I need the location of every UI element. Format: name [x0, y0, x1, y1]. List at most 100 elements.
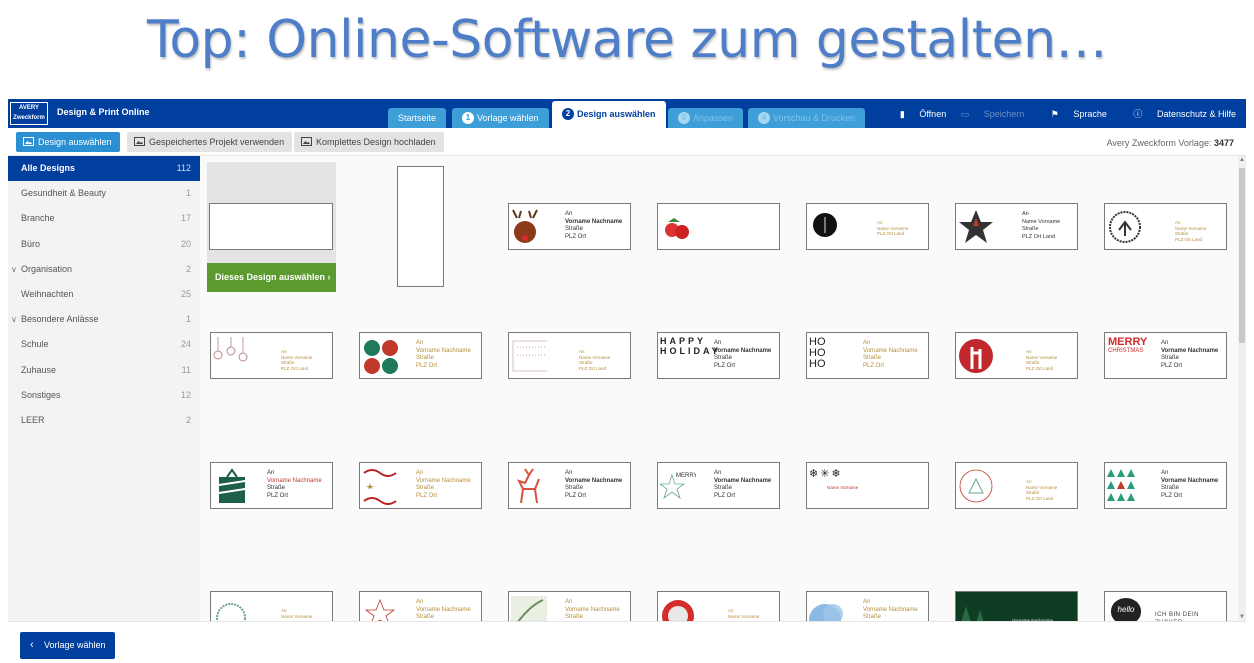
address-line: PLZ Ort [714, 492, 736, 499]
back-vorlage-button[interactable]: ‹ Vorlage wählen [20, 632, 115, 659]
chevron-left-icon: ‹ [30, 639, 34, 651]
image-icon [23, 137, 34, 146]
design-card-star[interactable]: An Name Vorname Straße PLZ Ort Land [955, 203, 1078, 250]
sidebar-item-organisation[interactable]: ∨ Organisation 2 [8, 257, 200, 282]
design-card-santa[interactable]: An Name Vorname Straße PLZ Ort Land [955, 332, 1078, 379]
design-card-wreath-script[interactable]: An Name Vorname [210, 591, 333, 621]
saved-project-button[interactable]: Gespeichertes Projekt verwenden [127, 132, 293, 152]
address-line: Straße [863, 355, 882, 361]
sidebar-item-weihnachten[interactable]: Weihnachten 25 [8, 282, 200, 307]
address-block: An Vorname Nachname Straße PLZ Ort [416, 340, 471, 370]
image-icon [134, 137, 145, 146]
address-line: An [416, 340, 424, 346]
select-design-button[interactable]: Dieses Design auswählen › [207, 263, 336, 292]
design-card-greenery[interactable]: An Vorname Nachname Straße [508, 591, 631, 621]
clover-icon [364, 340, 398, 374]
logo-text-1: AVERY [18, 105, 39, 111]
address-block: An Vorname Nachname Straße PLZ Ort [565, 470, 622, 500]
sidebar-item-count: 17 [180, 213, 191, 224]
upload-design-button[interactable]: Komplettes Design hochladen [294, 132, 444, 152]
footer-bar: ‹ Vorlage wählen [8, 621, 1246, 660]
design-card-dark-circle[interactable]: An Name Vorname PLZ Ort Land [806, 203, 929, 250]
button-label: Design auswählen [38, 137, 112, 147]
design-card-green-forest[interactable]: Vorname Nachname [955, 591, 1078, 621]
design-card-merry-star[interactable]: MERRY An Vorname Nachname Straße PLZ Ort [657, 462, 780, 509]
scrollbar[interactable]: ▲ ▼ [1238, 156, 1246, 621]
address-line: Vorname Nachname [863, 606, 918, 613]
design-card-blue-watercolor[interactable]: An Vorname Nachname Straße [806, 591, 929, 621]
design-card-ornaments[interactable]: An Name Vorname Straße PLZ Ort Land [210, 332, 333, 379]
sidebar-item-count: 2 [185, 263, 191, 274]
address-line: An [714, 340, 722, 346]
design-card-trees[interactable]: An Vorname Nachname Straße PLZ Ort [1104, 462, 1227, 509]
design-card-merry-christmas[interactable]: MERRY CHRISTMAS An Vorname Nachname Straße P… [1104, 332, 1227, 379]
scroll-up-icon[interactable]: ▲ [1239, 157, 1245, 163]
scrollbar-thumb[interactable] [1239, 168, 1245, 343]
address-line: Name Vorname [1022, 218, 1061, 225]
design-card-blank-portrait[interactable] [397, 166, 444, 287]
sidebar-item-gesundheit[interactable]: Gesundheit & Beauty 1 [8, 181, 200, 206]
address-block: An Name Vorname Straße PLZ Ort Land [1022, 211, 1060, 241]
address-block: Name Vorname [827, 485, 858, 491]
hohoho-text: HO HO HO [809, 336, 826, 370]
button-label: Dieses Design auswählen [215, 272, 326, 282]
badge-icon [662, 600, 694, 621]
address-line: Straße [565, 226, 584, 232]
sidebar-item-count: 1 [185, 314, 191, 325]
address-line: PLZ Ort [1161, 362, 1183, 369]
design-card-strawberries[interactable] [657, 203, 780, 250]
blank-label-preview [209, 203, 333, 250]
design-card-deer[interactable]: An Vorname Nachname Straße PLZ Ort [508, 462, 631, 509]
scroll-down-icon[interactable]: ▼ [1239, 614, 1245, 620]
zucker-text: ICH BIN DEIN ZUCKER [1155, 612, 1200, 621]
tab-startseite[interactable]: Startseite [388, 108, 447, 128]
design-card-red-badge[interactable]: An Name Vorname [657, 591, 780, 621]
design-card-hello-heart[interactable]: hello ICH BIN DEIN ZUCKER [1104, 591, 1227, 621]
design-card-snowflakes[interactable]: ❄✳❄ Name Vorname [806, 462, 929, 509]
tab-design-auswaehlen[interactable]: 2 Design auswählen [552, 101, 666, 128]
design-card-stamp[interactable]: An Name Vorname Straße PLZ Ort Land [508, 332, 631, 379]
tab-label: Vorlage wählen [477, 113, 539, 123]
ornament-icon [213, 337, 248, 362]
address-line: PLZ Ort Land [1022, 233, 1056, 240]
design-card-red-ornament[interactable]: An Vorname Nachname Straße [359, 591, 482, 621]
design-card-reindeer[interactable]: An Vorname Nachname Straße PLZ Ort [508, 203, 631, 250]
design-card-clover[interactable]: An Vorname Nachname Straße PLZ Ort [359, 332, 482, 379]
help-label: Datenschutz & Hilfe [1156, 109, 1236, 119]
address-line: Straße [714, 485, 733, 491]
design-card-happy-holiday[interactable]: HAPPY HOLIDAY An Vorname Nachname Straße PL… [657, 332, 780, 379]
help-button[interactable]: ⓘ Datenschutz & Hilfe [1121, 109, 1236, 119]
vorlage-info: Avery Zweckform Vorlage: 3477 [1107, 138, 1234, 148]
avery-logo[interactable]: AVERY Zweckform [10, 102, 48, 125]
open-button[interactable]: ▮ Öffnen [900, 109, 946, 119]
address-line: Straße [1022, 226, 1039, 232]
ornament-icon [364, 598, 396, 621]
design-card-merry-badge[interactable]: An Name Vorname Straße PLZ Ort Land [1104, 203, 1227, 250]
design-card-wreath[interactable]: An Name Vorname Straße PLZ Ort Land [955, 462, 1078, 509]
svg-text:MERRY: MERRY [676, 473, 696, 479]
sidebar-item-besondere-anlaesse[interactable]: ∨ Besondere Anlässe 1 [8, 307, 200, 332]
sidebar-item-schule[interactable]: Schule 24 [8, 332, 200, 357]
sidebar-item-alle-designs[interactable]: Alle Designs 112 [8, 156, 200, 182]
leaf-icon [511, 596, 547, 621]
happy-holiday-text: HAPPY HOLIDAY [660, 336, 721, 356]
sidebar-item-count: 12 [180, 389, 191, 400]
sidebar-item-zuhause[interactable]: Zuhause 11 [8, 358, 200, 383]
design-select-button[interactable]: Design auswählen [16, 132, 120, 152]
sidebar-item-count: 2 [185, 414, 191, 425]
address-line: Vorname Nachname [1161, 477, 1219, 484]
sidebar-item-label: Organisation [21, 263, 73, 274]
design-card-gift[interactable]: An Vorname Nachname Straße PLZ Ort [210, 462, 333, 509]
language-button[interactable]: ⚑ Sprache [1039, 109, 1107, 119]
sidebar-item-buero[interactable]: Büro 20 [8, 232, 200, 257]
address-line: PLZ Ort [416, 492, 438, 499]
sidebar-item-leer[interactable]: LEER 2 [8, 408, 200, 433]
sidebar-item-sonstiges[interactable]: Sonstiges 12 [8, 383, 200, 408]
design-card-hohoho[interactable]: HO HO HO An Vorname Nachname Straße PLZ Ort [806, 332, 929, 379]
sidebar-item-branche[interactable]: Branche 17 [8, 206, 200, 231]
tab-vorlage-waehlen[interactable]: 1 Vorlage wählen [452, 108, 549, 128]
christmas-text: CHRISTMAS [1108, 348, 1144, 354]
open-label: Öffnen [919, 109, 947, 119]
design-card-frohe-weihnachten[interactable]: An Vorname Nachname Straße PLZ Ort [359, 462, 482, 509]
address-block: An Vorname Nachname Straße [416, 599, 471, 621]
